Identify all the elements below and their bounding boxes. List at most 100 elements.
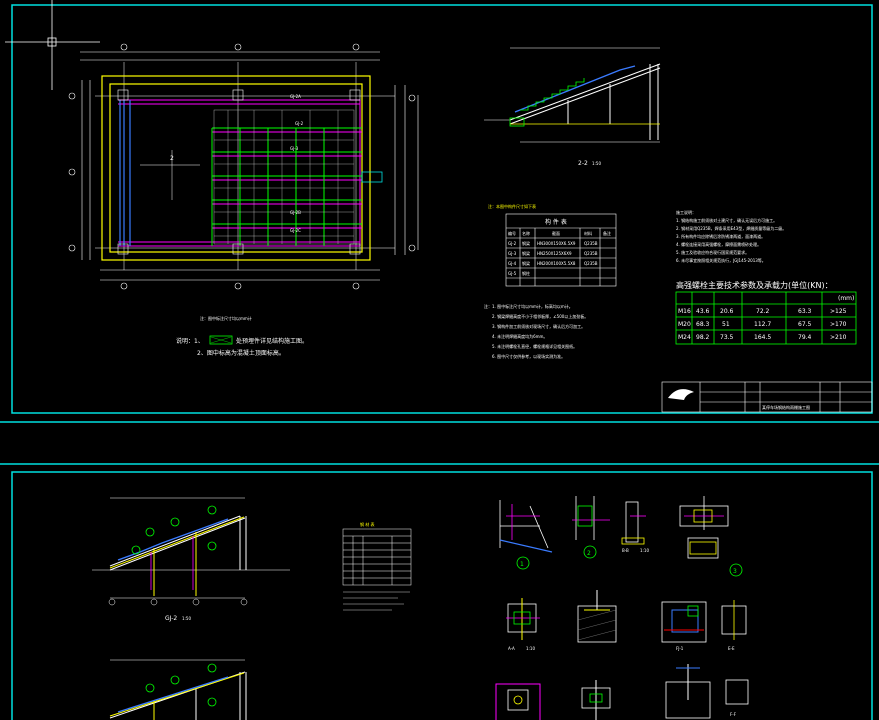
detail-aa[interactable]: [506, 598, 540, 640]
detail-aa-label: A-A: [508, 646, 515, 651]
tr4-c2: 钢柱: [522, 270, 530, 276]
note1-text: 处预埋件详见结构施工图。: [236, 337, 308, 345]
notes-label: 说明：1、: [176, 337, 204, 345]
detail-1-label: 1: [520, 561, 524, 568]
elevation-scale: 1:50: [182, 616, 191, 621]
bolt-unit: (mm): [838, 295, 854, 302]
tr1-c4: Q235B: [584, 241, 598, 246]
detail-bb-label: B-B: [622, 548, 629, 553]
detail-aa-scale: 1:10: [526, 646, 535, 651]
detail-3-label: 3: [733, 568, 737, 575]
bolt-r1-c5: 63.3: [798, 308, 812, 315]
bolt-r3-c4: 164.5: [754, 334, 771, 341]
label-gj2c: GJ-2C: [290, 228, 301, 233]
small-notes-lines: [343, 591, 410, 611]
th-4: 材料: [584, 230, 592, 236]
bolt-r3-c1: M24: [678, 334, 691, 341]
bolt-r2-c5: 67.5: [798, 321, 812, 328]
label-mark: 2: [170, 155, 174, 162]
general-note-4: 4. 螺栓连接采用高强螺栓，摩擦面需喷砂处理。: [676, 241, 761, 247]
th-5: 备注: [603, 230, 611, 236]
steel-table: 钢 材 表: [342, 521, 412, 611]
bolt-r1-c2: 43.6: [696, 308, 710, 315]
tr4-c1: GJ-5: [508, 271, 517, 276]
numbered-note-5: 5. 未注明螺栓孔直径，螺栓规格详见相关图纸。: [492, 343, 577, 349]
detail-ee-label: E-E: [728, 646, 735, 651]
tr2-c2: 钢梁: [522, 250, 530, 256]
detail-bottom-right[interactable]: [665, 664, 749, 719]
general-notes-title: 施工说明：: [676, 209, 696, 215]
tr1-c1: GJ-2: [508, 241, 517, 246]
detail-fj-label: FJ-1: [676, 646, 684, 651]
plan-notes: 说明：1、 处预埋件详见结构施工图。 2、图中标高为混凝土顶面标高。: [176, 335, 308, 357]
label-gj2b: GJ-2B: [290, 210, 301, 215]
plan-view[interactable]: [68, 43, 419, 290]
sheet-frames: [0, 4, 879, 720]
detail-foundation[interactable]: [577, 590, 617, 643]
general-note-3: 3. 所有构件均应除锈后涂防锈漆两道，面漆两道。: [676, 233, 765, 239]
tr1-c3: HN300X150X6.5X9: [537, 241, 576, 246]
elevation-label: GJ-2: [165, 615, 177, 622]
numbered-note-3: 3. 钢构件加工前须核对现场尺寸，确认后方可加工。: [492, 323, 585, 329]
general-note-1: 1. 钢结构施工前须核对土建尺寸，确认无误后方可施工。: [676, 217, 777, 223]
general-note-5: 5. 施工及验收应符合现行国家规范要求。: [676, 249, 749, 255]
label-gj3: GJ-3: [290, 146, 299, 151]
detail-2[interactable]: [572, 496, 610, 559]
detail-fj[interactable]: [661, 601, 707, 643]
general-note-2: 2. 钢材采用Q235B，焊条采用E43型，焊缝质量等级为二级。: [676, 225, 786, 231]
small-table-title: 钢 材 表: [360, 521, 375, 527]
bolt-r3-c5: 79.4: [798, 334, 812, 341]
detail-bb[interactable]: [621, 501, 646, 545]
numbered-notes: 注：1. 图中标注尺寸均以mm计，标高均以m计。 2. 钢梁焊缝高度不小于相邻板…: [484, 303, 588, 359]
bolt-r2-c2: 68.3: [696, 321, 710, 328]
th-2: 名称: [522, 230, 530, 236]
bolt-r1-c3: 20.6: [720, 308, 734, 315]
company-logo-icon: [668, 389, 694, 400]
numbered-note-2: 2. 钢梁焊缝高度不小于相邻板厚，∠500以上加劲板。: [492, 313, 588, 319]
table-title: 构 件 表: [545, 218, 567, 226]
note2: 2、图中标高为混凝土顶面标高。: [197, 349, 285, 357]
tr3-c1: GJ-4: [508, 261, 517, 266]
title-block-text: 某停车场钢结构雨棚施工图: [762, 404, 810, 410]
crosshair-cursor-icon[interactable]: [5, 0, 100, 90]
bolt-table: 高强螺栓主要技术参数及承载力(单位(KN)： (mm) M16 43.6 20.…: [675, 280, 857, 345]
tr3-c2: 钢梁: [522, 260, 530, 266]
numbered-note-6: 6. 图中尺寸仅供参考，以现场实测为准。: [492, 353, 565, 359]
detail-1[interactable]: [499, 500, 553, 570]
bolt-r3-c6: >210: [830, 334, 847, 341]
bolt-r2-c3: 51: [722, 321, 730, 328]
elevation-gj2[interactable]: [92, 497, 290, 606]
section-2-2[interactable]: [484, 47, 661, 143]
detail-ee[interactable]: [721, 600, 747, 640]
detail-bottom-mid[interactable]: [581, 680, 611, 720]
th-3: 截面: [552, 230, 560, 236]
tr2-c1: GJ-3: [508, 251, 517, 256]
label-gj2: GJ-2: [295, 121, 304, 126]
numbered-note-4: 4. 未注明焊缝高度均为6mm。: [492, 333, 547, 339]
bolt-r3-c3: 73.5: [720, 334, 734, 341]
sheet1-frame: [11, 4, 873, 414]
bolt-r1-c1: M16: [678, 308, 691, 315]
tr3-c4: Q235B: [584, 261, 598, 266]
bolt-r1-c4: 72.2: [756, 308, 770, 315]
bolt-r2-c1: M20: [678, 321, 691, 328]
detail-bottom-left[interactable]: [495, 683, 541, 720]
detail-2-label: 2: [587, 550, 591, 557]
bolt-r2-c6: >170: [830, 321, 847, 328]
detail-ff-label: F-F: [730, 712, 737, 717]
th-1: 编号: [508, 230, 516, 236]
detail-3[interactable]: [679, 496, 743, 577]
plan-caption: 注：图中标注尺寸均以mm计: [200, 315, 252, 321]
table-heading: 注：本图中构件尺寸如下表: [488, 203, 536, 209]
tr2-c3: HN250X125X6X9: [537, 251, 572, 256]
tr3-c3: HN200X100X5.5X8: [537, 261, 576, 266]
section-scale: 1:50: [592, 161, 601, 166]
elevation-gj3[interactable]: [109, 659, 247, 720]
bolt-r3-c2: 98.2: [696, 334, 710, 341]
detail-bb-scale: 1:10: [640, 548, 649, 553]
general-note-6: 6. 未尽事宜按照相关规范执行，JGJ145-2013等。: [676, 257, 766, 263]
label-gj2a: GJ-2A: [290, 94, 301, 99]
bolt-table-title: 高强螺栓主要技术参数及承载力(单位(KN)：: [676, 280, 833, 290]
sheet2-frame: [11, 471, 873, 720]
bolt-r2-c4: 112.7: [754, 321, 771, 328]
